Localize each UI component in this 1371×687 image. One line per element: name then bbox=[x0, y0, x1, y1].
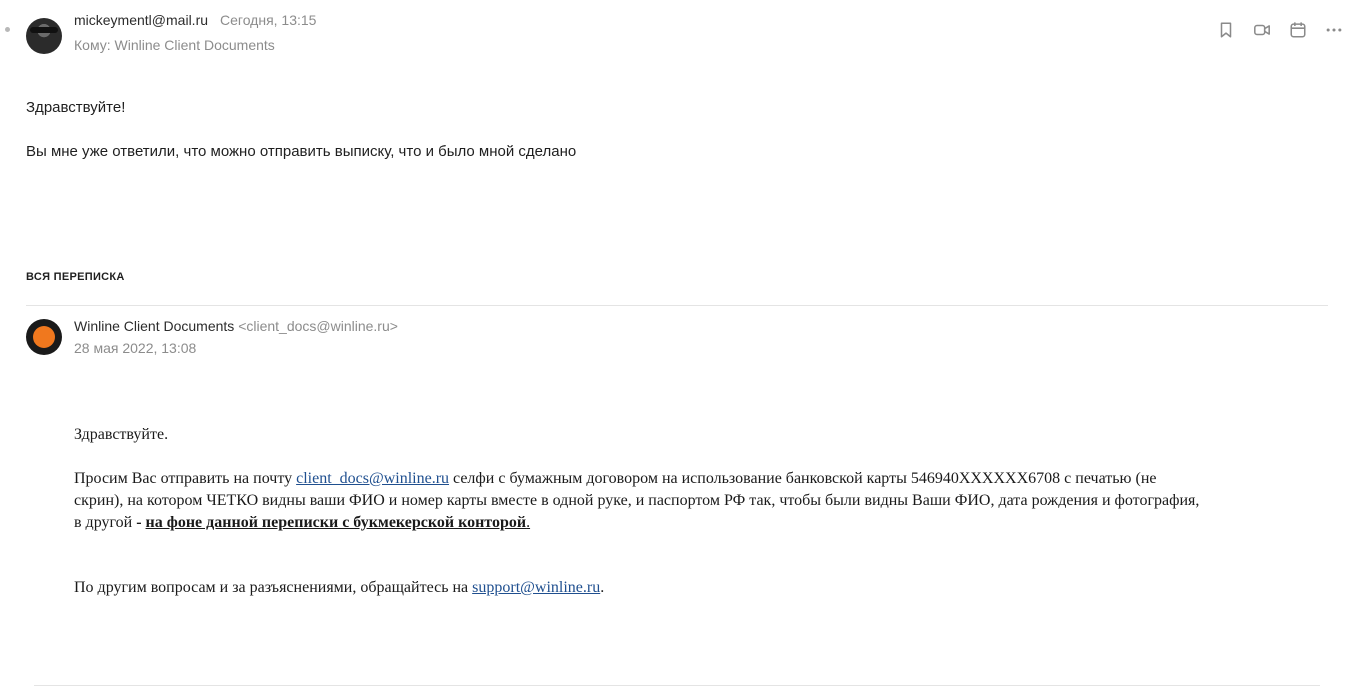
quoted-paragraph: Просим Вас отправить на почту client_doc… bbox=[74, 468, 1334, 534]
text-fragment: - bbox=[136, 514, 146, 531]
text-fragment: Просим Вас отправить на почту bbox=[74, 470, 297, 487]
quoted-sender-name[interactable]: Winline Client Documents bbox=[74, 318, 234, 334]
email-view: mickeymentl@mail.ru Сегодня, 13:15 Кому:… bbox=[0, 0, 1371, 687]
divider bbox=[34, 685, 1320, 686]
brand-logo bbox=[33, 326, 55, 348]
more-icon[interactable] bbox=[1324, 20, 1344, 40]
text-fragment: в другой bbox=[74, 514, 137, 531]
quoted-sender[interactable]: Winline Client Documents <client_docs@wi… bbox=[74, 318, 398, 334]
text-fragment: По другим вопросам и за разъяснениями, о… bbox=[74, 579, 473, 596]
quoted-sender-address[interactable]: <client_docs@winline.ru> bbox=[238, 318, 398, 334]
recipient-label: Кому: bbox=[74, 37, 111, 53]
sender-email[interactable]: mickeymentl@mail.ru bbox=[74, 12, 208, 28]
recipient-name[interactable]: Winline Client Documents bbox=[115, 37, 275, 53]
message-toolbar bbox=[1216, 20, 1344, 40]
text-fragment: . bbox=[526, 514, 531, 531]
avatar[interactable] bbox=[26, 319, 62, 355]
quoted-support-line: По другим вопросам и за разъяснениями, о… bbox=[74, 577, 604, 599]
message-date: Сегодня, 13:15 bbox=[220, 12, 317, 28]
quoted-date: 28 мая 2022, 13:08 bbox=[74, 340, 197, 356]
quoted-greeting: Здравствуйте. bbox=[74, 426, 169, 443]
message-body: Вы мне уже ответили, что можно отправить… bbox=[26, 143, 577, 160]
emphasized-text: на фоне данной переписки с букмекерской … bbox=[145, 514, 527, 531]
video-call-icon[interactable] bbox=[1252, 20, 1272, 40]
message-greeting: Здравствуйте! bbox=[26, 99, 126, 116]
scrollbar[interactable] bbox=[1365, 0, 1371, 687]
recipient-line: Кому: Winline Client Documents bbox=[74, 37, 275, 53]
email-link[interactable]: client_docs@winline.ru bbox=[296, 470, 449, 487]
bookmark-icon[interactable] bbox=[1216, 20, 1236, 40]
quoted-line: скрин), на котором ЧЕТКО видны ваши ФИО … bbox=[74, 492, 1200, 509]
quoted-line: Просим Вас отправить на почту client_doc… bbox=[74, 468, 1334, 490]
text-fragment: селфи с бумажным договором на использова… bbox=[449, 470, 1157, 487]
unread-indicator[interactable] bbox=[5, 27, 10, 32]
support-email-link[interactable]: support@winline.ru bbox=[472, 579, 600, 596]
divider bbox=[26, 305, 1328, 306]
avatar[interactable] bbox=[26, 18, 62, 54]
thread-header[interactable]: ВСЯ ПЕРЕПИСКА bbox=[26, 271, 125, 283]
quoted-line: в другой - на фоне данной переписки с бу… bbox=[74, 512, 1334, 534]
text-fragment: . bbox=[600, 579, 605, 596]
calendar-icon[interactable] bbox=[1288, 20, 1308, 40]
